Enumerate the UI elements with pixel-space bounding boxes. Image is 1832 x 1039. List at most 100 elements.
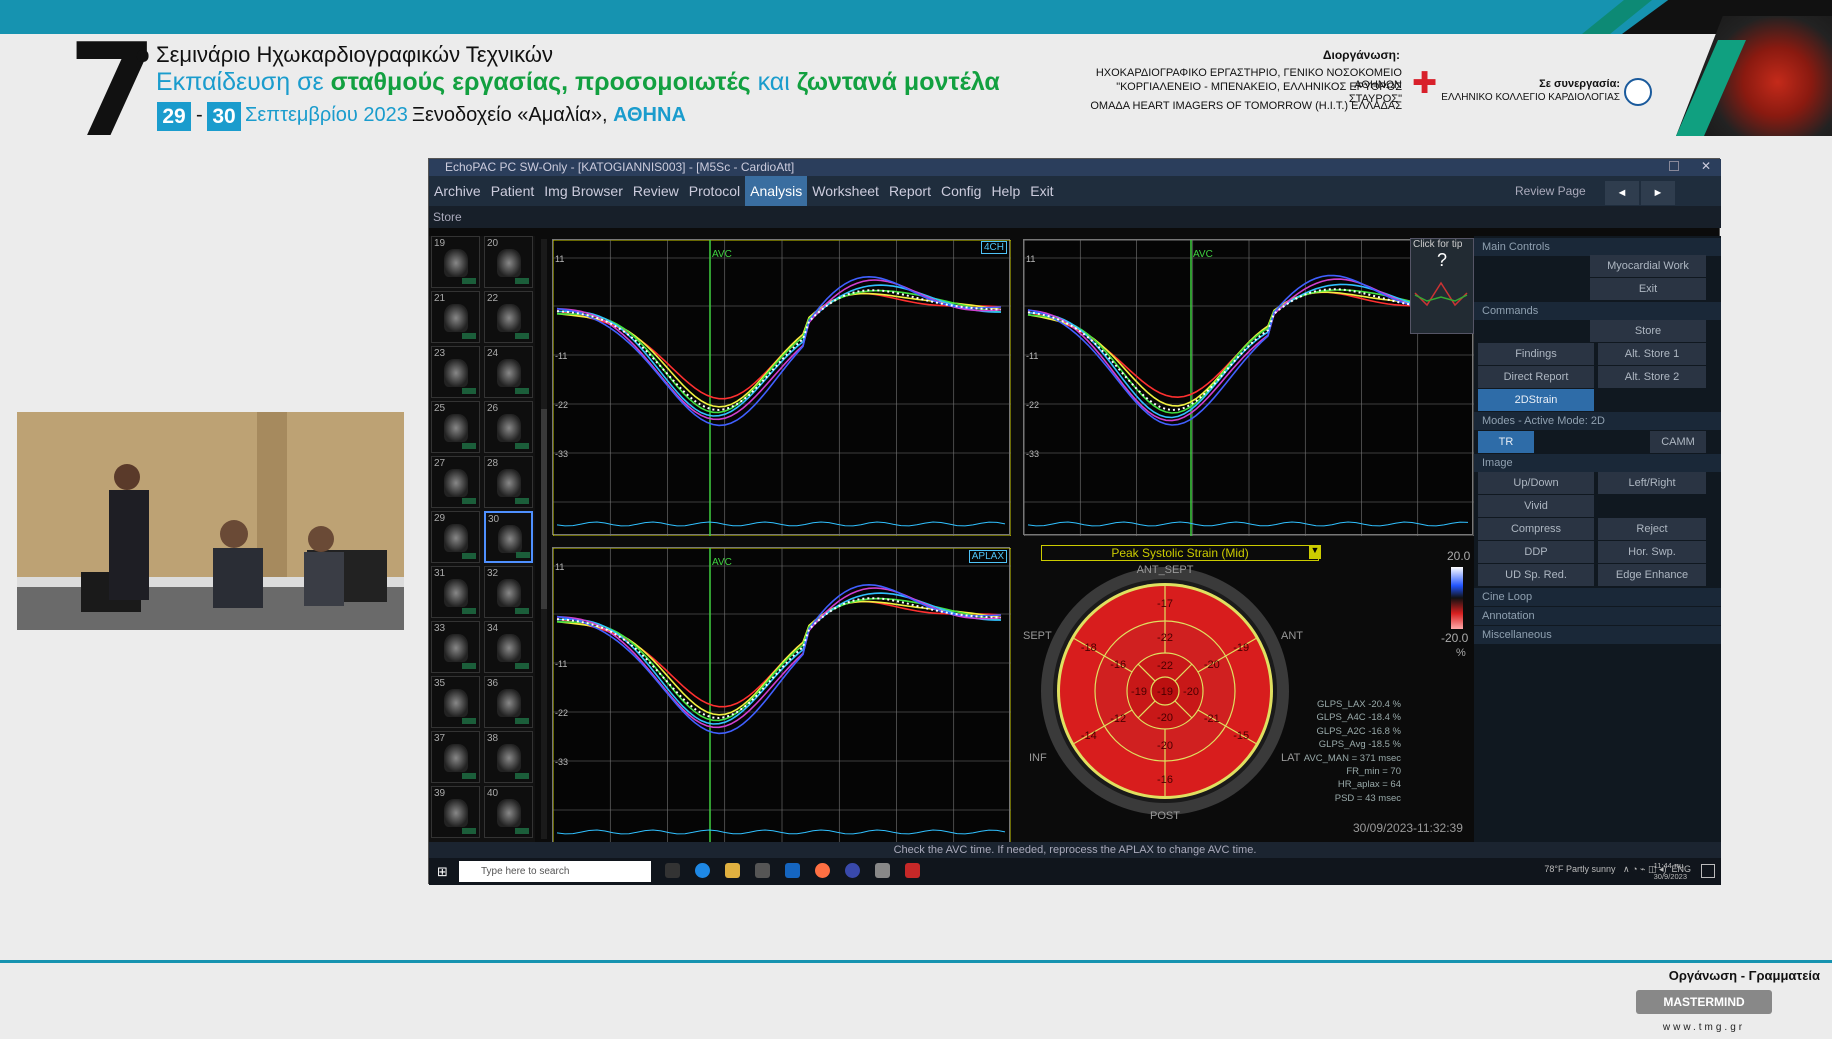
thumbnail-scrollbar[interactable] bbox=[541, 239, 547, 839]
alt-store2-button[interactable]: Alt. Store 2 bbox=[1598, 366, 1706, 388]
menu-item-analysis[interactable]: Analysis bbox=[745, 176, 808, 206]
thumbnail[interactable]: 28 bbox=[484, 456, 533, 508]
store-button[interactable]: Store bbox=[1590, 320, 1706, 342]
thumbnail[interactable]: 24 bbox=[484, 346, 533, 398]
thumbnail[interactable]: 19 bbox=[431, 236, 480, 288]
thumbnail-number: 40 bbox=[487, 788, 499, 799]
strain-plot-2ch-svg: 11 -11 -22 -33 AVC bbox=[1023, 239, 1475, 537]
thumbnail[interactable]: 29 bbox=[431, 511, 480, 563]
section-commands[interactable]: Commands bbox=[1474, 302, 1721, 320]
notification-icon[interactable] bbox=[1701, 864, 1715, 878]
thumbnail[interactable]: 22 bbox=[484, 291, 533, 343]
menu-item-help[interactable]: Help bbox=[986, 176, 1025, 206]
alt-store1-button[interactable]: Alt. Store 1 bbox=[1598, 343, 1706, 365]
window-minimize-icon[interactable] bbox=[1669, 161, 1679, 171]
thumbnail[interactable]: 23 bbox=[431, 346, 480, 398]
menu-item-protocol[interactable]: Protocol bbox=[684, 176, 745, 206]
hor-swp-control[interactable]: Hor. Swp. bbox=[1598, 541, 1706, 563]
firefox-icon[interactable] bbox=[815, 863, 830, 878]
section-image[interactable]: Image bbox=[1474, 454, 1721, 472]
windows-start-icon[interactable]: ⊞ bbox=[437, 864, 448, 880]
thumbnail-tag bbox=[462, 278, 476, 284]
footer-org-label: Οργάνωση - Γραμματεία bbox=[1668, 968, 1820, 983]
camm-mode-button[interactable]: CAMM bbox=[1650, 431, 1706, 453]
thumbnail[interactable]: 39 bbox=[431, 786, 480, 838]
organizer-label: Διοργάνωση: bbox=[1322, 48, 1400, 62]
store-app-icon[interactable] bbox=[755, 863, 770, 878]
edge-browser-icon[interactable] bbox=[695, 863, 710, 878]
thumbnail[interactable]: 33 bbox=[431, 621, 480, 673]
section-annotation[interactable]: Annotation bbox=[1474, 607, 1721, 625]
window-titlebar: EchoPAC PC SW-Only - [KATOGIANNIS003] - … bbox=[429, 159, 1721, 176]
thumbnail[interactable]: 36 bbox=[484, 676, 533, 728]
store-tab[interactable]: Store bbox=[429, 206, 1721, 228]
review-next-button[interactable]: ► bbox=[1641, 181, 1675, 205]
ud-sp-red-control[interactable]: UD Sp. Red. bbox=[1478, 564, 1594, 586]
reject-control[interactable]: Reject bbox=[1598, 518, 1706, 540]
up-down-button[interactable]: Up/Down bbox=[1478, 472, 1594, 494]
clock[interactable]: 11:44 πμ 30/9/2023 bbox=[1654, 860, 1687, 882]
thumbnail[interactable]: 27 bbox=[431, 456, 480, 508]
strain-plot-4ch[interactable]: 11 -11 -22 -33 AVC 4CH bbox=[552, 239, 1012, 537]
bullseye-panel[interactable]: Peak Systolic Strain (Mid) ▼ -17 -19 -15 -1… bbox=[1019, 543, 1474, 843]
mail-icon[interactable] bbox=[785, 863, 800, 878]
thumbnail[interactable]: 20 bbox=[484, 236, 533, 288]
left-right-button[interactable]: Left/Right bbox=[1598, 472, 1706, 494]
section-miscellaneous[interactable]: Miscellaneous bbox=[1474, 626, 1721, 644]
myocardial-work-button[interactable]: Myocardial Work bbox=[1590, 255, 1706, 277]
review-prev-button[interactable]: ◄ bbox=[1605, 181, 1639, 205]
menu-item-config[interactable]: Config bbox=[936, 176, 986, 206]
file-explorer-icon[interactable] bbox=[725, 863, 740, 878]
thumbnail-tag bbox=[515, 498, 529, 504]
ddp-control[interactable]: DDP bbox=[1478, 541, 1594, 563]
help-tip-box[interactable]: Click for tip ? bbox=[1410, 238, 1474, 334]
app-icon[interactable] bbox=[875, 863, 890, 878]
thumbnail[interactable]: 26 bbox=[484, 401, 533, 453]
vivid-button[interactable]: Vivid bbox=[1478, 495, 1594, 517]
window-close-icon[interactable]: ✕ bbox=[1701, 159, 1711, 173]
strain-plot-aplax[interactable]: 11 -11 -22 -33 AVC APLAX bbox=[552, 547, 1012, 845]
strain-plot-2ch[interactable]: 11 -11 -22 -33 AVC Click for tip ? bbox=[1023, 238, 1475, 537]
bullseye-title: Peak Systolic Strain (Mid) bbox=[1041, 545, 1319, 561]
menu-item-review[interactable]: Review bbox=[628, 176, 684, 206]
thumbnail[interactable]: 30 bbox=[484, 511, 533, 563]
thumbnail[interactable]: 31 bbox=[431, 566, 480, 618]
thumbnail[interactable]: 32 bbox=[484, 566, 533, 618]
thumbnail[interactable]: 40 bbox=[484, 786, 533, 838]
compress-control[interactable]: Compress bbox=[1478, 518, 1594, 540]
echo-frame-icon bbox=[497, 634, 521, 662]
thumbnail[interactable]: 35 bbox=[431, 676, 480, 728]
echo-frame-icon bbox=[497, 579, 521, 607]
bullseye-dropdown-icon[interactable]: ▼ bbox=[1309, 545, 1321, 559]
y-tick-label: 11 bbox=[1026, 254, 1035, 264]
menu-item-exit[interactable]: Exit bbox=[1025, 176, 1058, 206]
control-panel: Main Controls Myocardial Work Exit Comma… bbox=[1474, 236, 1721, 842]
section-cine-loop[interactable]: Cine Loop bbox=[1474, 588, 1721, 606]
menu-item-report[interactable]: Report bbox=[884, 176, 936, 206]
menu-item-archive[interactable]: Archive bbox=[429, 176, 486, 206]
thumbnail[interactable]: 25 bbox=[431, 401, 480, 453]
tr-mode-button[interactable]: TR bbox=[1478, 431, 1534, 453]
direct-report-button[interactable]: Direct Report bbox=[1478, 366, 1594, 388]
task-view-icon[interactable] bbox=[665, 863, 680, 878]
y-tick-label: -22 bbox=[1026, 400, 1039, 410]
thumbnail-number: 25 bbox=[434, 403, 446, 414]
ge-app-icon[interactable] bbox=[845, 863, 860, 878]
echopac-task-icon[interactable] bbox=[905, 863, 920, 878]
strain2d-button[interactable]: 2DStrain bbox=[1478, 389, 1594, 411]
thumbnail-scrollbar-thumb[interactable] bbox=[541, 409, 547, 609]
taskbar-search-input[interactable]: Type here to search bbox=[459, 861, 651, 882]
thumbnail[interactable]: 37 bbox=[431, 731, 480, 783]
thumbnail[interactable]: 38 bbox=[484, 731, 533, 783]
findings-button[interactable]: Findings bbox=[1478, 343, 1594, 365]
section-modes[interactable]: Modes - Active Mode: 2D bbox=[1474, 412, 1721, 430]
menu-item-img-browser[interactable]: Img Browser bbox=[539, 176, 628, 206]
exit-button[interactable]: Exit bbox=[1590, 278, 1706, 300]
thumbnail[interactable]: 34 bbox=[484, 621, 533, 673]
edge-enhance-control[interactable]: Edge Enhance bbox=[1598, 564, 1706, 586]
weather-text[interactable]: 78°F Partly sunny bbox=[1544, 864, 1615, 874]
menu-item-patient[interactable]: Patient bbox=[486, 176, 540, 206]
thumbnail-tag bbox=[515, 388, 529, 394]
menu-item-worksheet[interactable]: Worksheet bbox=[807, 176, 884, 206]
thumbnail[interactable]: 21 bbox=[431, 291, 480, 343]
